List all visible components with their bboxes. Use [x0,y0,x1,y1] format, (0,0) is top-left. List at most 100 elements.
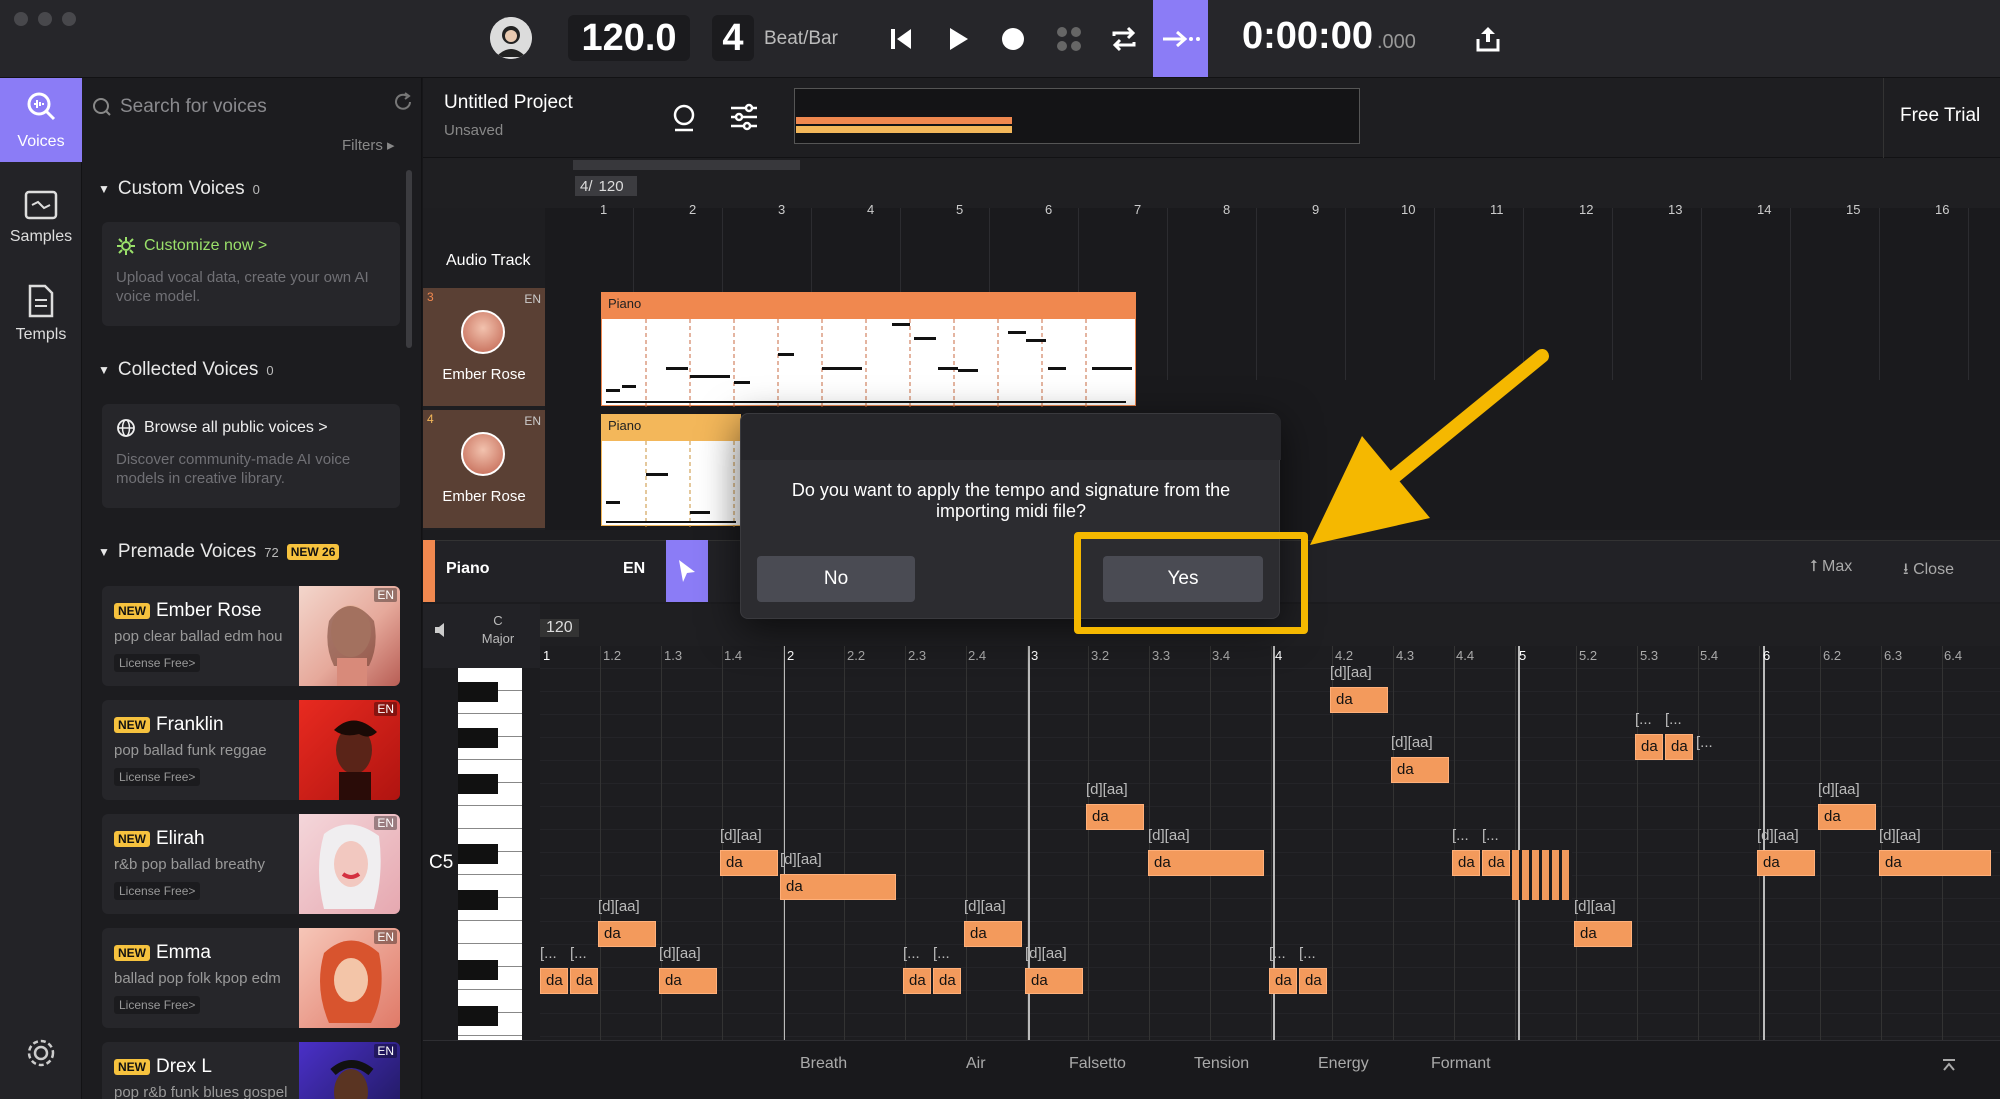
license-link[interactable]: License Free> [114,768,201,786]
param-falsetto[interactable]: Falsetto [1069,1055,1126,1073]
window-close-dot[interactable] [14,12,28,26]
metronome-dots-icon[interactable] [1047,18,1091,60]
note[interactable]: da [1665,734,1693,760]
rail-templs[interactable]: Templs [0,272,82,356]
midi-clip[interactable]: Piano [601,414,741,527]
track-header[interactable]: 3 EN Ember Rose [423,288,545,406]
voice-card[interactable]: NEW Ember Rose pop clear ballad edm hou L… [102,586,400,686]
midi-clip[interactable]: Piano [601,292,1136,407]
note[interactable]: da [659,968,717,994]
param-energy[interactable]: Energy [1318,1055,1369,1073]
note[interactable]: da [1818,804,1876,830]
param-tension[interactable]: Tension [1194,1055,1249,1073]
license-link[interactable]: License Free> [114,882,201,900]
no-button[interactable]: No [757,556,915,602]
close-editor-button[interactable]: ⭳ Close [1903,558,1954,585]
mixer-sliders-icon[interactable] [729,102,759,132]
skip-back-icon[interactable] [879,18,923,60]
note[interactable]: da [1025,968,1083,994]
short-note-cluster[interactable] [1512,850,1572,900]
note[interactable]: da [1299,968,1327,994]
premade-voices-header[interactable]: ▼ Premade Voices 72 NEW 26 [98,541,340,563]
refresh-icon[interactable] [392,91,414,113]
loop-region[interactable] [573,160,800,170]
project-title[interactable]: Untitled Project [444,92,573,114]
play-icon[interactable] [936,18,980,60]
note[interactable]: da [1635,734,1663,760]
filters-button[interactable]: Filters ▸ [342,136,395,154]
black-key[interactable] [458,774,498,794]
customize-card[interactable]: Customize now > Upload vocal data, creat… [102,222,400,326]
voice-card[interactable]: NEW Franklin pop ballad funk reggae Licen… [102,700,400,800]
note[interactable]: da [903,968,931,994]
bar-number: 6 [1045,202,1053,217]
overview-minimap[interactable] [794,88,1360,144]
note[interactable]: da [1330,687,1388,713]
speaker-icon[interactable] [433,622,451,638]
note[interactable]: da [720,850,778,876]
customize-link[interactable]: Customize now > [116,236,267,256]
window-minimize-dot[interactable] [38,12,52,26]
expand-params-icon[interactable] [1940,1056,1958,1074]
note[interactable]: da [1086,804,1144,830]
note[interactable]: da [598,921,656,947]
voice-card[interactable]: NEW Emma ballad pop folk kpop edm License… [102,928,400,1028]
note-lyric: [... [1696,734,1713,751]
note[interactable]: da [540,968,568,994]
follow-playhead-icon[interactable] [1153,0,1208,77]
select-tool-button[interactable] [666,540,708,602]
key-selector[interactable]: C Major [463,612,533,648]
piano-keyboard[interactable] [458,668,522,1083]
rail-samples[interactable]: Samples [0,176,82,260]
license-link[interactable]: License Free> [114,654,201,672]
note[interactable]: da [964,921,1022,947]
param-air[interactable]: Air [966,1055,986,1073]
black-key[interactable] [458,728,498,748]
license-link[interactable]: License Free> [114,996,201,1014]
black-key[interactable] [458,890,498,910]
free-trial-button[interactable]: Free Trial [1900,105,1980,127]
search-bar[interactable]: Search for voices [92,86,412,128]
note[interactable]: da [1879,850,1991,876]
rail-voices[interactable]: Voices [0,78,82,162]
tempo-display[interactable]: 120.0 [568,15,690,61]
note[interactable]: da [1391,757,1449,783]
beats-display[interactable]: 4 [712,15,754,61]
note[interactable]: da [570,968,598,994]
loop-icon[interactable] [1102,18,1146,60]
note[interactable]: da [1757,850,1815,876]
note[interactable]: da [1452,850,1480,876]
record-icon[interactable] [991,18,1035,60]
note[interactable]: da [1148,850,1264,876]
settings-gear-icon[interactable] [24,1036,58,1070]
browse-link[interactable]: Browse all public voices > [116,418,328,438]
note[interactable]: da [1574,921,1632,947]
custom-voices-header[interactable]: ▼ Custom Voices 0 [98,178,260,200]
black-key[interactable] [458,682,498,702]
black-key[interactable] [458,844,498,864]
track-header[interactable]: 4 EN Ember Rose [423,410,545,528]
editor-lang[interactable]: EN [623,560,645,578]
collected-voices-header[interactable]: ▼ Collected Voices 0 [98,359,274,381]
note[interactable]: da [933,968,961,994]
browse-card[interactable]: Browse all public voices > Discover comm… [102,404,400,508]
search-input[interactable]: Search for voices [120,96,267,118]
window-maximize-dot[interactable] [62,12,76,26]
voices-scrollbar[interactable] [406,170,412,348]
export-icon[interactable] [1466,18,1510,60]
maximize-button[interactable]: ⭡ Max [1810,558,1852,576]
black-key[interactable] [458,1006,498,1026]
voice-card[interactable]: NEW Drex L pop r&b funk blues gospel EN [102,1042,400,1099]
metronome-icon[interactable] [671,102,697,132]
note[interactable]: da [1482,850,1510,876]
user-avatar[interactable] [490,17,532,59]
collapse-icon: ⭳ [1903,561,1909,578]
voice-card[interactable]: NEW Elirah r&b pop ballad breathy License… [102,814,400,914]
param-formant[interactable]: Formant [1431,1055,1491,1073]
editor-tempo-marker[interactable]: 120 [540,619,579,637]
black-key[interactable] [458,960,498,980]
signature-marker[interactable]: 4/120 [575,176,637,196]
note[interactable]: da [1269,968,1297,994]
param-breath[interactable]: Breath [800,1055,847,1073]
note[interactable]: da [780,874,896,900]
